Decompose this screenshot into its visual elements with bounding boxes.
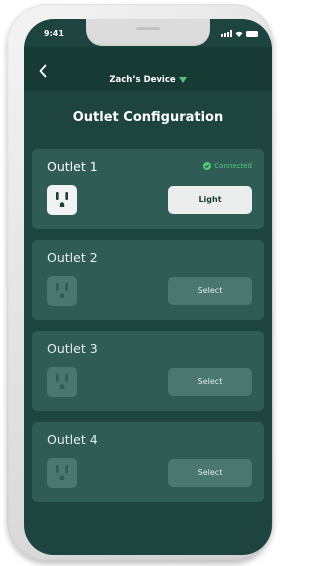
app-screen: 9:41 Zach’s Device Outlet Configuration … (24, 19, 272, 555)
connection-status-label: Connected (214, 162, 252, 170)
outlet-icon (47, 367, 77, 397)
outlet-card-1: Outlet 1 Connected Light (32, 149, 264, 229)
wifi-icon (235, 31, 243, 37)
outlet-name: Outlet 1 (47, 159, 98, 174)
device-name: Zach’s Device (109, 75, 176, 85)
outlet-icon (47, 458, 77, 488)
status-icons (221, 30, 258, 37)
outlet-name: Outlet 4 (47, 432, 98, 447)
check-circle-icon (203, 162, 212, 170)
device-selector[interactable]: Zach’s Device (24, 75, 272, 85)
outlet-icon (47, 276, 77, 306)
page-title: Outlet Configuration (72, 110, 224, 125)
signal-icon (221, 30, 232, 37)
battery-icon (246, 30, 258, 37)
outlet-3-select-button[interactable]: Select (168, 368, 252, 396)
phone-frame: 9:41 Zach’s Device Outlet Configuration … (7, 4, 273, 561)
outlet-card-2: Outlet 2 Select (32, 240, 264, 320)
outlet-icon (47, 185, 77, 215)
outlet-name: Outlet 2 (47, 250, 98, 265)
outlet-1-type-button[interactable]: Light (168, 186, 252, 214)
speaker-grille (136, 27, 160, 30)
outlet-2-select-button[interactable]: Select (168, 277, 252, 305)
outlet-name: Outlet 3 (47, 341, 98, 356)
status-time: 9:41 (44, 29, 64, 38)
phone-notch (86, 19, 210, 46)
connection-status: Connected (203, 162, 252, 170)
outlet-4-select-button[interactable]: Select (168, 459, 252, 487)
outlet-card-4: Outlet 4 Select (32, 422, 264, 502)
outlet-card-3: Outlet 3 Select (32, 331, 264, 411)
caret-down-icon (178, 76, 187, 83)
